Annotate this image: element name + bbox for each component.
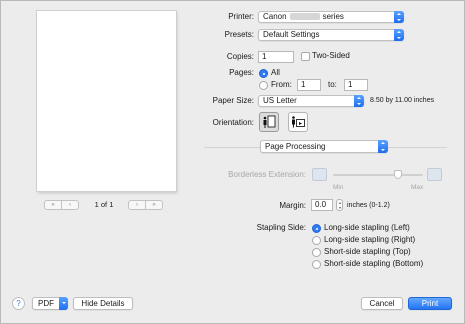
two-sided-checkbox[interactable] bbox=[301, 52, 310, 61]
page-preview bbox=[37, 11, 176, 191]
hide-details-button[interactable]: Hide Details bbox=[73, 297, 133, 310]
paper-size-popup[interactable]: US Letter bbox=[258, 95, 364, 107]
stapling-option-radio[interactable] bbox=[312, 224, 321, 233]
stapling-option-radio[interactable] bbox=[312, 236, 321, 245]
page-indicator: 1 of 1 bbox=[94, 200, 114, 209]
borderless-min-icon bbox=[312, 168, 327, 181]
pages-from-label: From: bbox=[271, 80, 292, 89]
pdf-menu-button[interactable]: PDF bbox=[32, 297, 68, 310]
printer-popup[interactable]: Canon series bbox=[258, 11, 404, 23]
first-page-button[interactable]: « bbox=[44, 200, 62, 210]
stapling-option-label: Long-side stapling (Right) bbox=[324, 235, 416, 244]
printer-name-prefix: Canon bbox=[263, 12, 287, 21]
landscape-orientation-button[interactable] bbox=[288, 112, 308, 132]
copies-label: Copies: bbox=[226, 52, 254, 61]
popup-stepper-icon bbox=[394, 29, 404, 41]
paper-size-value: US Letter bbox=[263, 96, 297, 105]
borderless-extension-label: Borderless Extension: bbox=[228, 170, 306, 179]
presets-label: Presets: bbox=[224, 30, 254, 39]
stapling-option-label: Long-side stapling (Left) bbox=[324, 223, 410, 232]
pages-all-radio[interactable] bbox=[259, 69, 268, 78]
borderless-min-label: Min bbox=[333, 184, 344, 191]
paper-size-label: Paper Size: bbox=[212, 96, 254, 105]
help-icon: ? bbox=[16, 299, 21, 308]
pages-to-label: to: bbox=[328, 80, 337, 89]
borderless-max-label: Max bbox=[411, 184, 424, 191]
portrait-orientation-icon bbox=[263, 115, 276, 128]
pages-from-radio[interactable] bbox=[259, 81, 268, 90]
section-value: Page Processing bbox=[265, 142, 326, 151]
last-page-icon: » bbox=[152, 202, 156, 208]
next-page-button[interactable]: › bbox=[128, 200, 146, 210]
cancel-button[interactable]: Cancel bbox=[361, 297, 403, 310]
copies-field[interactable]: 1 bbox=[258, 51, 294, 63]
stapling-side-label: Stapling Side: bbox=[256, 223, 306, 232]
first-page-icon: « bbox=[51, 202, 55, 208]
previous-page-button[interactable]: ‹ bbox=[61, 200, 79, 210]
popup-stepper-icon bbox=[378, 140, 388, 153]
help-button[interactable]: ? bbox=[12, 297, 25, 310]
pages-from-field[interactable]: 1 bbox=[297, 79, 321, 91]
print-button[interactable]: Print bbox=[408, 297, 452, 310]
presets-popup[interactable]: Default Settings bbox=[258, 29, 404, 41]
pages-label: Pages: bbox=[229, 68, 254, 77]
printer-label: Printer: bbox=[228, 12, 254, 21]
borderless-slider-track bbox=[333, 174, 423, 176]
printer-name-suffix: series bbox=[322, 12, 344, 21]
landscape-orientation-icon bbox=[292, 116, 305, 128]
orientation-label: Orientation: bbox=[212, 118, 254, 127]
portrait-orientation-button[interactable] bbox=[259, 112, 279, 132]
section-popup[interactable]: Page Processing bbox=[260, 140, 388, 153]
popup-stepper-icon bbox=[354, 95, 364, 107]
previous-page-icon: ‹ bbox=[69, 202, 71, 208]
stapling-option-label: Short-side stapling (Bottom) bbox=[324, 259, 424, 268]
borderless-slider-knob[interactable] bbox=[393, 170, 402, 179]
popup-stepper-icon bbox=[394, 11, 404, 23]
chevron-down-icon bbox=[59, 297, 68, 310]
next-page-icon: › bbox=[136, 202, 138, 208]
two-sided-label: Two-Sided bbox=[312, 51, 350, 60]
margin-stepper[interactable] bbox=[336, 199, 343, 211]
pages-to-field[interactable]: 1 bbox=[344, 79, 368, 91]
pdf-label: PDF bbox=[38, 299, 54, 308]
margin-unit: inches (0-1.2) bbox=[347, 202, 390, 209]
last-page-button[interactable]: » bbox=[145, 200, 163, 210]
stapling-option-label: Short-side stapling (Top) bbox=[324, 247, 411, 256]
stapling-option-radio[interactable] bbox=[312, 248, 321, 257]
pages-all-label: All bbox=[271, 68, 280, 77]
borderless-max-icon bbox=[427, 168, 442, 181]
redacted-model-block bbox=[289, 13, 320, 20]
presets-value: Default Settings bbox=[263, 30, 320, 39]
stapling-option-radio[interactable] bbox=[312, 260, 321, 269]
paper-dimensions: 8.50 by 11.00 inches bbox=[370, 97, 435, 104]
margin-field[interactable]: 0.0 bbox=[311, 199, 333, 211]
margin-label: Margin: bbox=[279, 201, 306, 210]
